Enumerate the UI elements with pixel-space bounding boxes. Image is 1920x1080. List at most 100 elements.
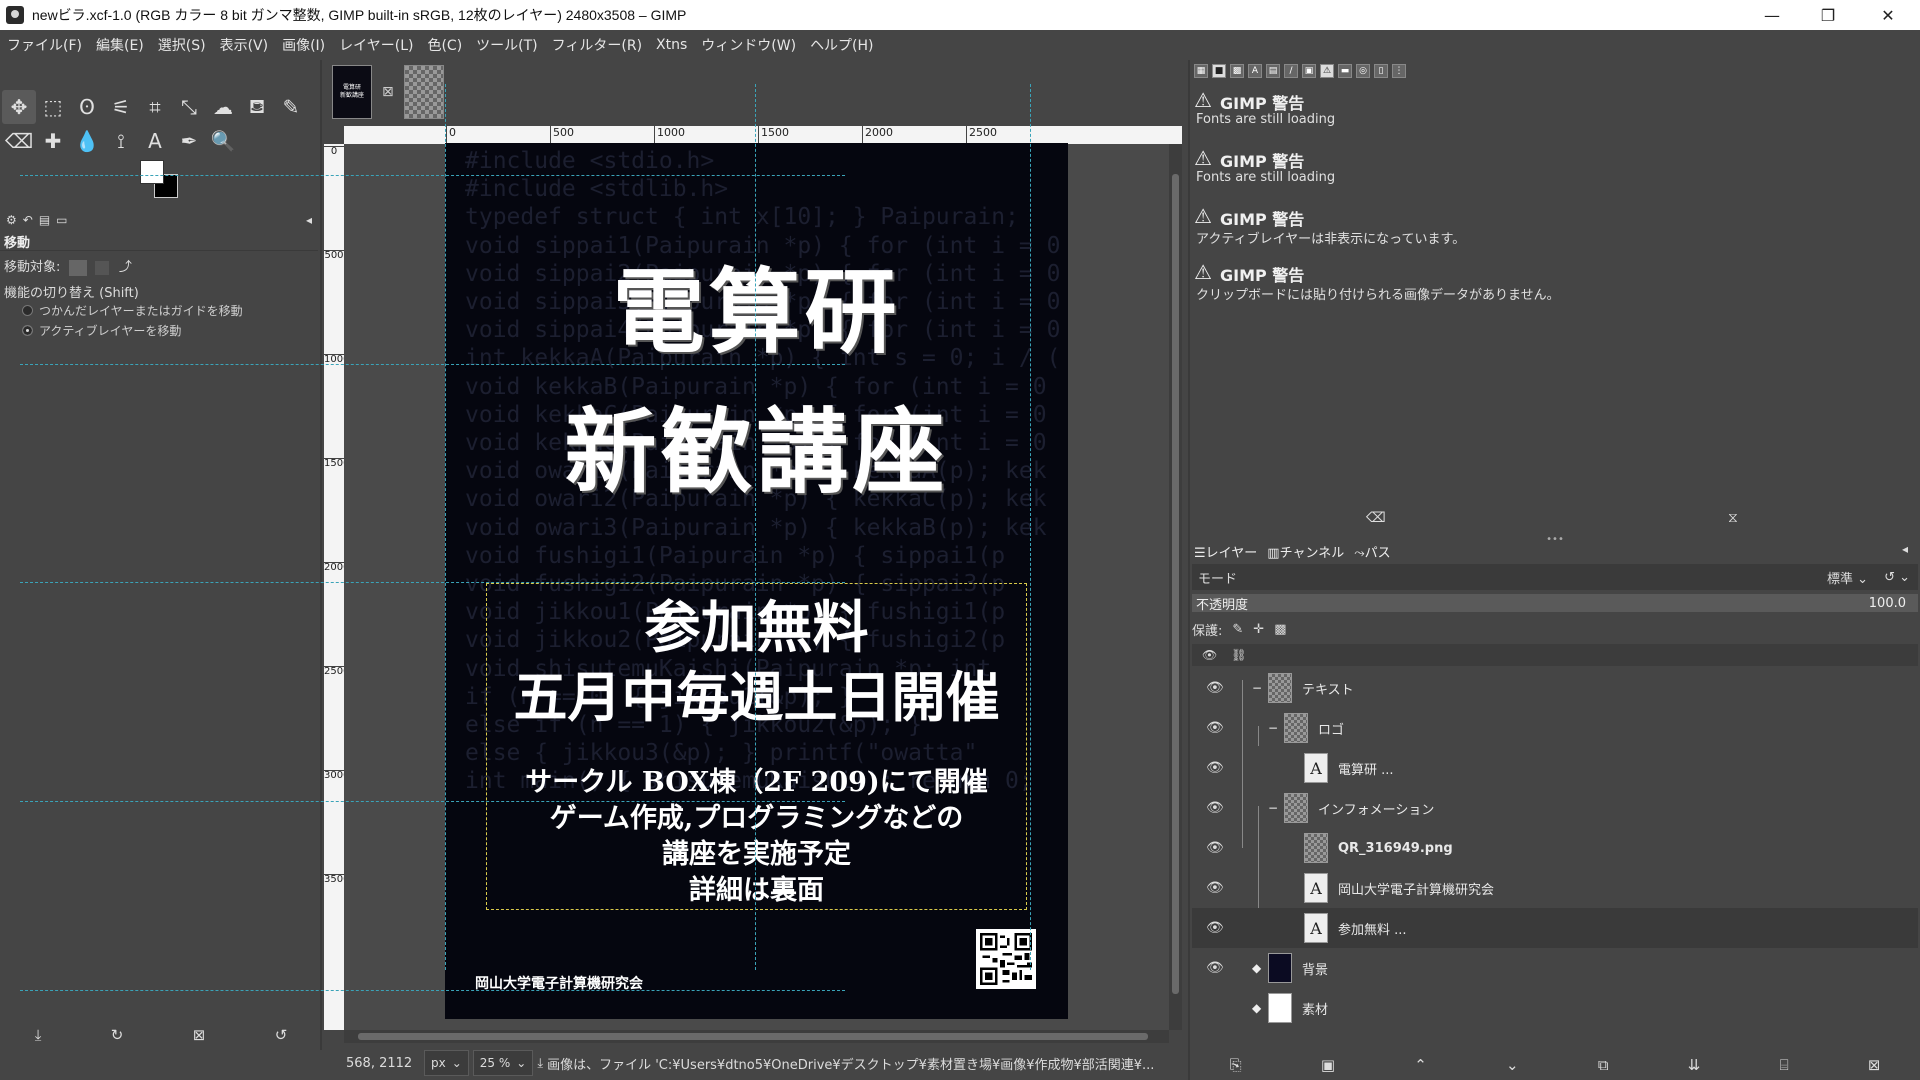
- guide-horizontal[interactable]: [20, 175, 845, 176]
- lock-alpha-icon[interactable]: ▩: [1274, 622, 1286, 637]
- new-layer-icon[interactable]: ⎘: [1230, 1056, 1242, 1074]
- tab-icon[interactable]: A: [1248, 64, 1262, 78]
- transform-icon[interactable]: ⤡: [172, 90, 206, 124]
- menu-edit[interactable]: 編集(E): [89, 35, 151, 55]
- warning-tab-icon[interactable]: ⚠: [1320, 64, 1334, 78]
- opacity-value[interactable]: 100.0: [1869, 596, 1906, 611]
- warp-icon[interactable]: ☁: [206, 90, 240, 124]
- fg-bg-color-swatch[interactable]: [140, 160, 180, 200]
- menu-help[interactable]: ヘルプ(H): [803, 35, 880, 55]
- tab-icon[interactable]: ▩: [1230, 64, 1244, 78]
- tab-paths[interactable]: ⤳パス: [1354, 542, 1390, 561]
- radio-pick-layer[interactable]: つかんだレイヤーまたはガイドを移動: [22, 302, 243, 319]
- templates-tab-icon[interactable]: ▭: [56, 213, 67, 227]
- lower-layer-icon[interactable]: ⌄: [1506, 1056, 1519, 1074]
- crop-icon[interactable]: ⌗: [138, 90, 172, 124]
- close-button[interactable]: ✕: [1860, 0, 1916, 30]
- tab-icon[interactable]: ▣: [1302, 64, 1316, 78]
- tab-icon[interactable]: /: [1284, 64, 1298, 78]
- menu-image[interactable]: 画像(I): [275, 35, 332, 55]
- panel-resize-grip[interactable]: [320, 560, 324, 580]
- menu-file[interactable]: ファイル(F): [0, 35, 89, 55]
- mask-layer-icon[interactable]: ⌸: [1780, 1056, 1789, 1074]
- clear-console-icon[interactable]: ⌫: [1366, 510, 1386, 526]
- move-icon[interactable]: ✥: [2, 90, 36, 124]
- delete-options-icon[interactable]: ⊠: [193, 1026, 206, 1044]
- text-icon[interactable]: A: [138, 124, 172, 158]
- guide-horizontal[interactable]: [20, 990, 845, 991]
- layer-row[interactable]: 👁 − テキスト: [1192, 668, 1918, 708]
- pencil-icon[interactable]: ✎: [274, 90, 308, 124]
- zoom-icon[interactable]: 🔍: [206, 124, 240, 158]
- layer-target-icon[interactable]: [68, 259, 87, 276]
- layer-row[interactable]: 👁 ◆ 背景: [1192, 948, 1918, 988]
- eye-icon[interactable]: 👁: [1206, 680, 1224, 696]
- maximize-button[interactable]: ❐: [1800, 0, 1856, 30]
- layer-row[interactable]: 👁 QR_316949.png: [1192, 828, 1918, 868]
- layer-row[interactable]: ◆ 素材: [1192, 988, 1918, 1028]
- layer-row[interactable]: 👁 − ロゴ: [1192, 708, 1918, 748]
- tab-channels[interactable]: ▥チャンネル: [1267, 542, 1344, 561]
- eye-icon[interactable]: 👁: [1206, 720, 1224, 736]
- selection-target-icon[interactable]: [94, 260, 109, 275]
- tab-icon[interactable]: ▯: [1374, 64, 1388, 78]
- merge-layer-icon[interactable]: ⇊: [1688, 1056, 1701, 1074]
- eye-icon[interactable]: 👁: [1206, 960, 1224, 976]
- layer-row[interactable]: 👁 A 電算研 ...: [1192, 748, 1918, 788]
- mode-reset-icon[interactable]: ↺ ⌄: [1884, 570, 1910, 585]
- menu-select[interactable]: 選択(S): [151, 35, 213, 55]
- tab-icon[interactable]: ▦: [1194, 64, 1208, 78]
- reset-options-icon[interactable]: ↺: [275, 1026, 288, 1044]
- eraser-icon[interactable]: ⌫: [2, 124, 36, 158]
- tab-icon[interactable]: ⋮: [1392, 64, 1406, 78]
- guide-horizontal[interactable]: [20, 801, 845, 802]
- color-picker-icon[interactable]: ✒: [172, 124, 206, 158]
- horizontal-scrollbar[interactable]: [344, 1030, 1169, 1043]
- unit-select[interactable]: px ⌄: [424, 1050, 469, 1076]
- horizontal-ruler[interactable]: 0 500 1000 1500 2000 2500: [344, 126, 1182, 144]
- mode-select[interactable]: 標準 ⌄: [1827, 568, 1868, 587]
- image-tab-transparent[interactable]: [403, 65, 444, 119]
- tool-options-tab-icon[interactable]: ⚙: [6, 213, 17, 227]
- tab-menu-icon[interactable]: ◂: [1902, 542, 1908, 556]
- menu-filters[interactable]: フィルター(R): [545, 35, 649, 55]
- bucket-fill-icon[interactable]: ⛾: [240, 90, 274, 124]
- menu-tools[interactable]: ツール(T): [469, 35, 544, 55]
- opacity-slider[interactable]: 不透明度 100.0: [1192, 594, 1918, 613]
- eye-icon[interactable]: 👁: [1206, 920, 1224, 936]
- layer-row[interactable]: 👁 − インフォメーション: [1192, 788, 1918, 828]
- scroll-thumb[interactable]: [358, 1033, 1148, 1040]
- select-all-icon[interactable]: ⧖: [1728, 510, 1738, 526]
- guide-horizontal[interactable]: [20, 582, 845, 583]
- new-group-icon[interactable]: ▣: [1321, 1056, 1335, 1074]
- heal-icon[interactable]: ✚: [36, 124, 70, 158]
- scroll-thumb[interactable]: [1172, 174, 1179, 994]
- guide-vertical[interactable]: [445, 84, 446, 970]
- guide-vertical[interactable]: [755, 84, 756, 970]
- guide-vertical[interactable]: [1030, 84, 1031, 970]
- guide-horizontal[interactable]: [20, 364, 845, 365]
- vertical-ruler[interactable]: 0 500 1000 1500 2000 2500 3000 3500: [324, 144, 344, 1030]
- collapse-icon[interactable]: −: [1252, 681, 1262, 695]
- menu-layer[interactable]: レイヤー(L): [332, 35, 420, 55]
- fuzzy-select-icon[interactable]: ⚟: [104, 90, 138, 124]
- lock-position-icon[interactable]: ✛: [1253, 622, 1264, 637]
- close-tab-icon[interactable]: ⊠: [382, 84, 394, 100]
- menu-xtns[interactable]: Xtns: [649, 37, 694, 53]
- save-options-icon[interactable]: ⤓: [35, 1026, 42, 1044]
- minimize-button[interactable]: —: [1744, 0, 1800, 30]
- collapse-icon[interactable]: −: [1268, 801, 1278, 815]
- lasso-icon[interactable]: ʘ: [70, 90, 104, 124]
- image-tab-poster[interactable]: 電算研 新歓講座: [332, 65, 372, 119]
- tab-icon[interactable]: ◎: [1356, 64, 1370, 78]
- poster-canvas[interactable]: #include <stdio.h> #include <stdlib.h> typ…: [445, 143, 1068, 1019]
- lock-pixels-icon[interactable]: ✎: [1232, 622, 1243, 637]
- path-target-icon[interactable]: ⤴: [119, 260, 132, 275]
- eye-icon[interactable]: 👁: [1206, 840, 1224, 856]
- menu-view[interactable]: 表示(V): [213, 35, 276, 55]
- restore-options-icon[interactable]: ↻: [111, 1026, 124, 1044]
- raise-layer-icon[interactable]: ⌃: [1414, 1056, 1427, 1074]
- tab-icon[interactable]: ▬: [1338, 64, 1352, 78]
- layer-row-active[interactable]: 👁 A 参加無料 ...: [1192, 908, 1918, 948]
- delete-layer-icon[interactable]: ⊠: [1868, 1056, 1881, 1074]
